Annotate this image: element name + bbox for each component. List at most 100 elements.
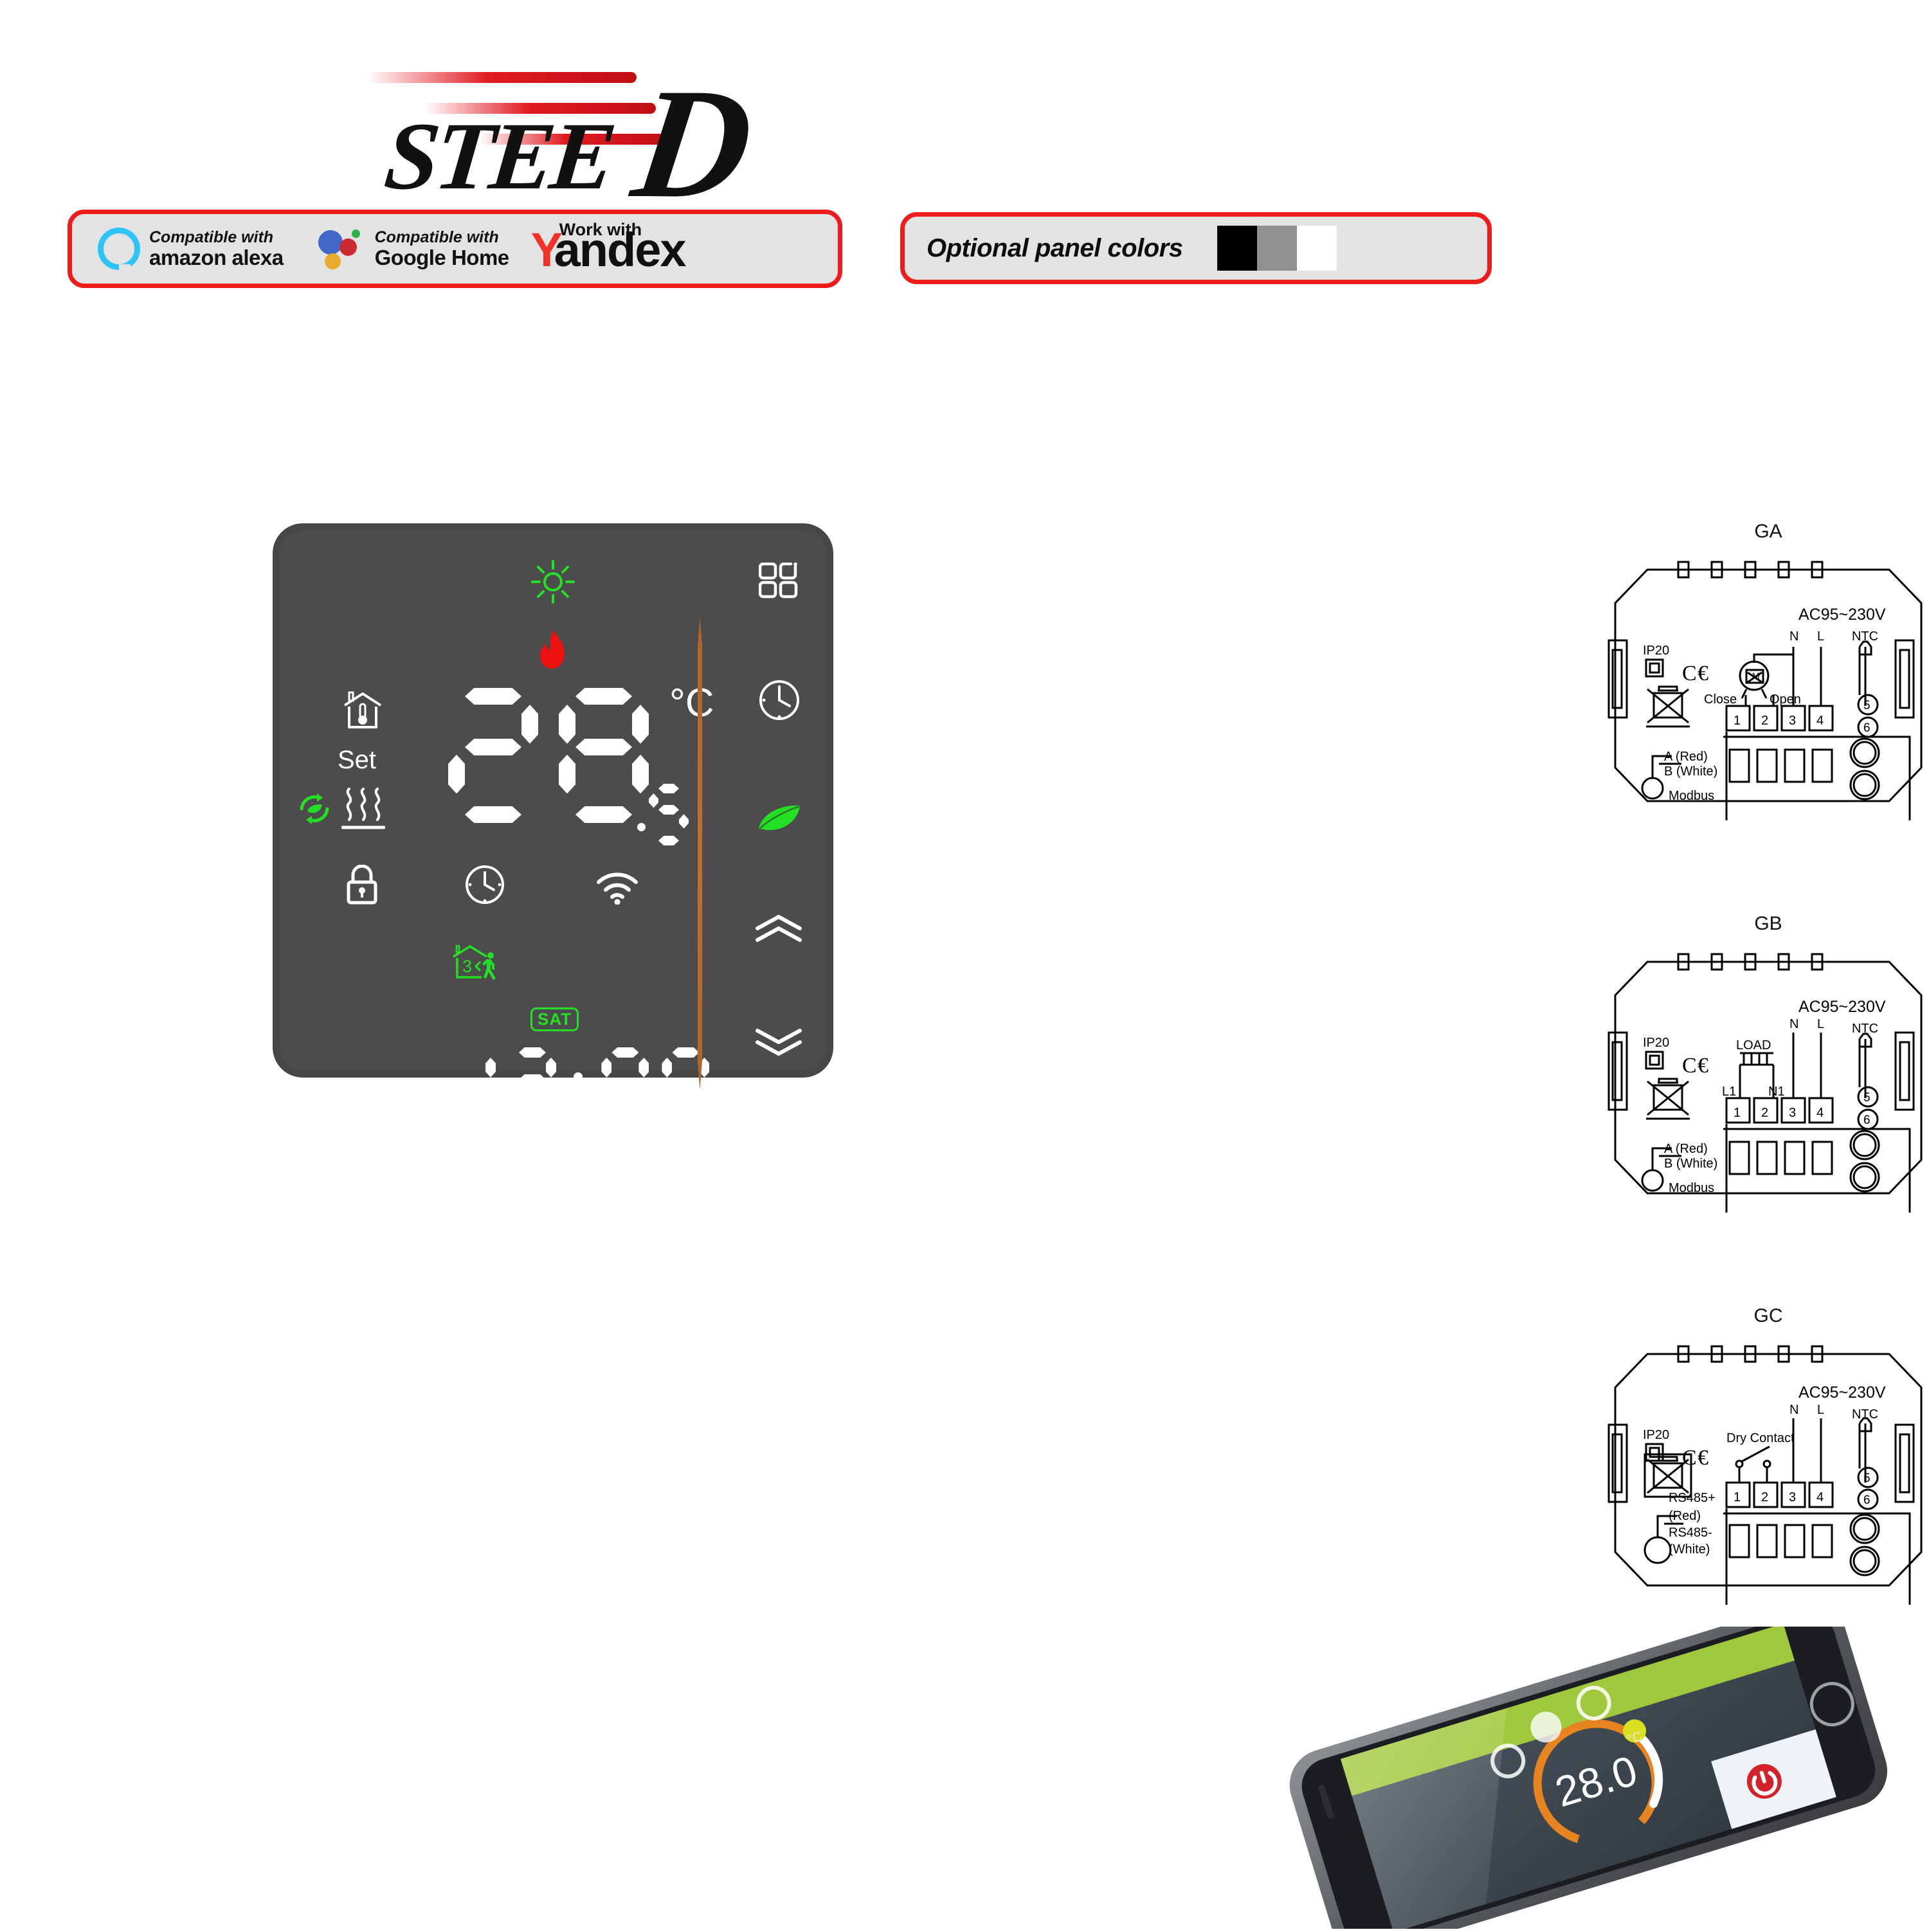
decimal-point xyxy=(637,823,646,831)
logo-streak xyxy=(367,72,637,83)
colon-dot xyxy=(574,1072,583,1082)
segment-f xyxy=(649,793,658,808)
svg-text:€: € xyxy=(1698,1446,1708,1470)
segment-c xyxy=(699,1084,709,1104)
terminal-label-open: Open xyxy=(1770,692,1801,707)
clock-icon xyxy=(466,865,504,904)
bus-b-ga: B (White) xyxy=(1664,764,1717,779)
wiring-diagram-ga: GA AC95~230V IP20 N L NTC Close Open 1 2… xyxy=(1608,521,1929,830)
segment-a xyxy=(658,784,679,793)
svg-text:4: 4 xyxy=(1816,714,1824,728)
wiring-title-ga: GA xyxy=(1754,521,1782,542)
svg-text:3: 3 xyxy=(1789,714,1796,728)
voltage-label-gb: AC95~230V xyxy=(1798,998,1886,1016)
seven-seg-digit xyxy=(559,688,649,823)
swatch-gray[interactable] xyxy=(1257,226,1298,271)
svg-text:M: M xyxy=(1752,671,1760,681)
clock-button[interactable] xyxy=(757,678,801,722)
segment-b xyxy=(521,705,538,744)
brand-name-text: STEE xyxy=(380,103,617,210)
temperature-unit-label: °C xyxy=(669,681,714,725)
wiring-diagram-gc: GC AC95~230V IP20 N L NTC Dry Contact 1 … xyxy=(1608,1305,1929,1614)
svg-text:6: 6 xyxy=(1863,1114,1870,1127)
terminal-n-gc: N xyxy=(1789,1403,1798,1417)
panel-color-swatches xyxy=(1217,226,1337,271)
wee-bin-icon-gb xyxy=(1646,1078,1690,1120)
terminal-label-n1: N1 xyxy=(1768,1085,1785,1099)
bus-a-gb: A (Red) xyxy=(1664,1142,1708,1156)
google-assistant-dots-icon xyxy=(318,228,366,270)
eco-recycle-icon xyxy=(300,793,329,824)
ip-rating-gc: IP20 xyxy=(1643,1428,1669,1442)
voltage-label-ga: AC95~230V xyxy=(1798,606,1886,624)
meridiem-label: AM xyxy=(646,1078,678,1101)
terminal-l-gb: L xyxy=(1817,1017,1824,1031)
segment-c xyxy=(632,755,649,794)
thermostat-device: Set 3 °C SAT AM xyxy=(273,524,833,1077)
svg-text:4: 4 xyxy=(1816,1490,1824,1504)
segment-g xyxy=(519,1074,546,1085)
svg-text:C: C xyxy=(1682,1054,1697,1078)
panel-colors-label: Optional panel colors xyxy=(927,233,1183,262)
svg-text:5: 5 xyxy=(1863,699,1870,712)
swatch-black[interactable] xyxy=(1217,226,1258,271)
ip-rating-gb: IP20 xyxy=(1643,1036,1669,1050)
flame-icon xyxy=(540,630,565,669)
svg-text:2: 2 xyxy=(1761,1490,1768,1504)
seven-seg-digit xyxy=(448,688,538,823)
segment-f xyxy=(559,705,575,744)
voice-assistants-bar: Compatible with amazon alexa Compatible … xyxy=(68,210,842,288)
wifi-icon xyxy=(597,872,638,905)
segment-g xyxy=(575,739,632,755)
bus-a-ga: A (Red) xyxy=(1664,750,1708,764)
smartphone-mockup: 28.0 °C xyxy=(1260,1601,1910,1932)
down-button[interactable] xyxy=(754,1029,803,1056)
house-thermometer-icon xyxy=(343,691,382,728)
load-label-gb: LOAD xyxy=(1736,1038,1771,1052)
leaf-eco-button[interactable] xyxy=(757,800,802,835)
svg-text:3: 3 xyxy=(1789,1490,1796,1504)
segment-c xyxy=(546,1084,556,1104)
bus-rs485m-gc: RS485- xyxy=(1669,1526,1712,1540)
set-label: Set xyxy=(338,746,377,774)
heating-waves-icon xyxy=(341,788,385,829)
temperature-display xyxy=(448,688,669,823)
google-compatible-line: Compatible with xyxy=(374,228,499,246)
google-name-line: Google Home xyxy=(374,245,510,269)
svg-text:1: 1 xyxy=(1734,714,1741,728)
occupancy-count: 3 xyxy=(462,957,472,976)
yandex-work-with-line: Work with xyxy=(559,220,642,239)
day-badge: SAT xyxy=(530,1007,579,1031)
segment-f xyxy=(662,1058,672,1078)
segment-g xyxy=(658,805,679,815)
bus-name-ga: Modbus xyxy=(1669,789,1714,803)
terminal-n-ga: N xyxy=(1789,629,1798,644)
segment-a xyxy=(672,1047,699,1058)
google-home-badge: Compatible with Google Home xyxy=(318,228,509,270)
colon-separator xyxy=(569,1047,588,1122)
voltage-label-gc: AC95~230V xyxy=(1798,1384,1886,1402)
svg-text:4: 4 xyxy=(1816,1106,1824,1120)
bus-red-gc: (Red) xyxy=(1669,1509,1701,1523)
yandex-badge: Y andex Work with xyxy=(531,220,687,274)
lock-icon xyxy=(347,865,377,905)
segment-e xyxy=(448,755,465,794)
terminal-l-ga: L xyxy=(1817,629,1824,644)
segment-c xyxy=(485,1084,496,1104)
segment-b xyxy=(546,1058,556,1078)
panel-colors-bar: Optional panel colors xyxy=(900,212,1492,284)
segment-c xyxy=(679,814,689,829)
svg-text:5: 5 xyxy=(1863,1091,1870,1105)
up-button[interactable] xyxy=(754,915,803,942)
bus-white-gc: (White) xyxy=(1669,1542,1710,1557)
alexa-badge: Compatible with amazon alexa xyxy=(98,228,284,270)
segment-d xyxy=(465,806,521,823)
grid-menu-button[interactable] xyxy=(759,563,799,599)
wiring-svg-gb: AC95~230V IP20 N L NTC LOAD L1 N1 12 34 … xyxy=(1608,953,1923,1213)
alexa-name-line: amazon alexa xyxy=(149,245,284,269)
segment-d xyxy=(519,1112,546,1122)
swatch-white[interactable] xyxy=(1297,226,1337,271)
house-occupancy-icon: 3 xyxy=(453,945,496,980)
colon-dot xyxy=(574,1093,583,1103)
wiring-svg-gc: AC95~230V IP20 N L NTC Dry Contact 1 2 3 4… xyxy=(1608,1345,1923,1605)
